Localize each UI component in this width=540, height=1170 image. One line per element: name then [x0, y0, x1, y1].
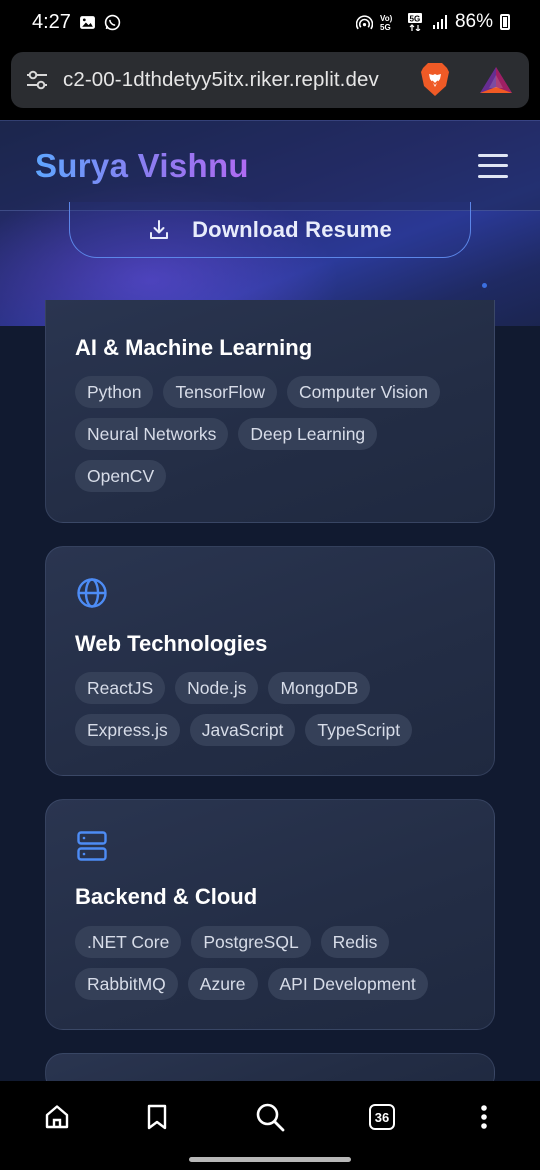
image-icon: [80, 15, 95, 29]
skill-tag: API Development: [267, 968, 428, 1000]
bookmark-icon[interactable]: [139, 1099, 175, 1135]
svg-text:5G: 5G: [409, 15, 420, 24]
status-time: 4:27: [32, 10, 71, 33]
skill-tags: Python TensorFlow Computer Vision Neural…: [75, 376, 474, 492]
home-icon[interactable]: [39, 1099, 75, 1135]
hamburger-menu-icon[interactable]: [478, 153, 508, 178]
skill-card-backend: Backend & Cloud .NET Core PostgreSQL Red…: [45, 799, 495, 1030]
skill-tag: Azure: [187, 968, 258, 1000]
5g-icon: 5G: [407, 13, 422, 31]
download-resume-label: Download Resume: [192, 216, 392, 242]
skill-tag: Redis: [320, 926, 390, 958]
brave-shield-icon[interactable]: [419, 62, 451, 98]
status-left: 4:27: [32, 11, 121, 34]
hero-particle: [482, 283, 487, 288]
skill-tag: Python: [75, 376, 154, 408]
skill-tag: RabbitMQ: [75, 968, 178, 1000]
skill-tag: OpenCV: [75, 460, 167, 492]
skill-card-title: AI & Machine Learning: [75, 335, 313, 360]
site-header: Surya Vishnu: [0, 120, 540, 211]
skill-tag: Neural Networks: [75, 418, 229, 450]
skill-tag: PostgreSQL: [191, 926, 311, 958]
address-bar[interactable]: c2-00-1dthdetyy5itx.riker.replit.dev: [11, 52, 529, 108]
more-icon[interactable]: [466, 1099, 502, 1135]
brave-rewards-icon[interactable]: [479, 65, 513, 95]
skill-tag: Deep Learning: [238, 418, 378, 450]
skill-tag: Computer Vision: [286, 376, 441, 408]
hotspot-icon: [355, 14, 373, 29]
svg-text:5G: 5G: [380, 23, 391, 31]
url-text[interactable]: c2-00-1dthdetyy5itx.riker.replit.dev: [63, 68, 407, 92]
skill-tag: TensorFlow: [163, 376, 277, 408]
skill-tags: ReactJS Node.js MongoDB Express.js JavaS…: [75, 672, 474, 746]
skill-card-title: Backend & Cloud: [75, 884, 258, 909]
globe-icon: [77, 578, 107, 608]
skill-tags: .NET Core PostgreSQL Redis RabbitMQ Azur…: [75, 926, 474, 1000]
skill-card-title: Web Technologies: [75, 631, 268, 656]
tabs-icon[interactable]: 36: [364, 1099, 400, 1135]
skill-card-ai: AI & Machine Learning Python TensorFlow …: [45, 300, 495, 523]
skill-tag: JavaScript: [189, 714, 296, 746]
skill-tag: MongoDB: [268, 672, 371, 704]
status-bar: 4:27 Vo) 5G 5G 86%: [0, 0, 540, 44]
home-indicator[interactable]: [189, 1157, 351, 1162]
download-resume-button[interactable]: Download Resume: [69, 202, 471, 258]
battery-percent: 86%: [454, 11, 493, 32]
volte-icon: Vo)5G: [380, 14, 393, 31]
search-icon[interactable]: [252, 1099, 288, 1135]
battery-icon: [500, 14, 510, 30]
site-settings-icon[interactable]: [25, 69, 49, 91]
brand-logo[interactable]: Surya Vishnu: [35, 147, 249, 185]
tab-count: 36: [369, 1104, 395, 1130]
skill-tag: ReactJS: [75, 672, 166, 704]
svg-text:Vo): Vo): [380, 14, 393, 23]
skill-card-web: Web Technologies ReactJS Node.js MongoDB…: [45, 546, 495, 776]
skill-tag: .NET Core: [75, 926, 182, 958]
status-right: Vo) 5G 5G 86%: [355, 11, 510, 33]
whatsapp-icon: [104, 14, 121, 30]
skill-tag: Node.js: [175, 672, 259, 704]
skill-tag: Express.js: [75, 714, 180, 746]
server-icon: [77, 831, 107, 861]
download-icon: [150, 219, 169, 239]
browser-chrome: c2-00-1dthdetyy5itx.riker.replit.dev: [0, 44, 540, 120]
skill-tag: TypeScript: [305, 714, 413, 746]
signal-icon: [432, 15, 447, 29]
